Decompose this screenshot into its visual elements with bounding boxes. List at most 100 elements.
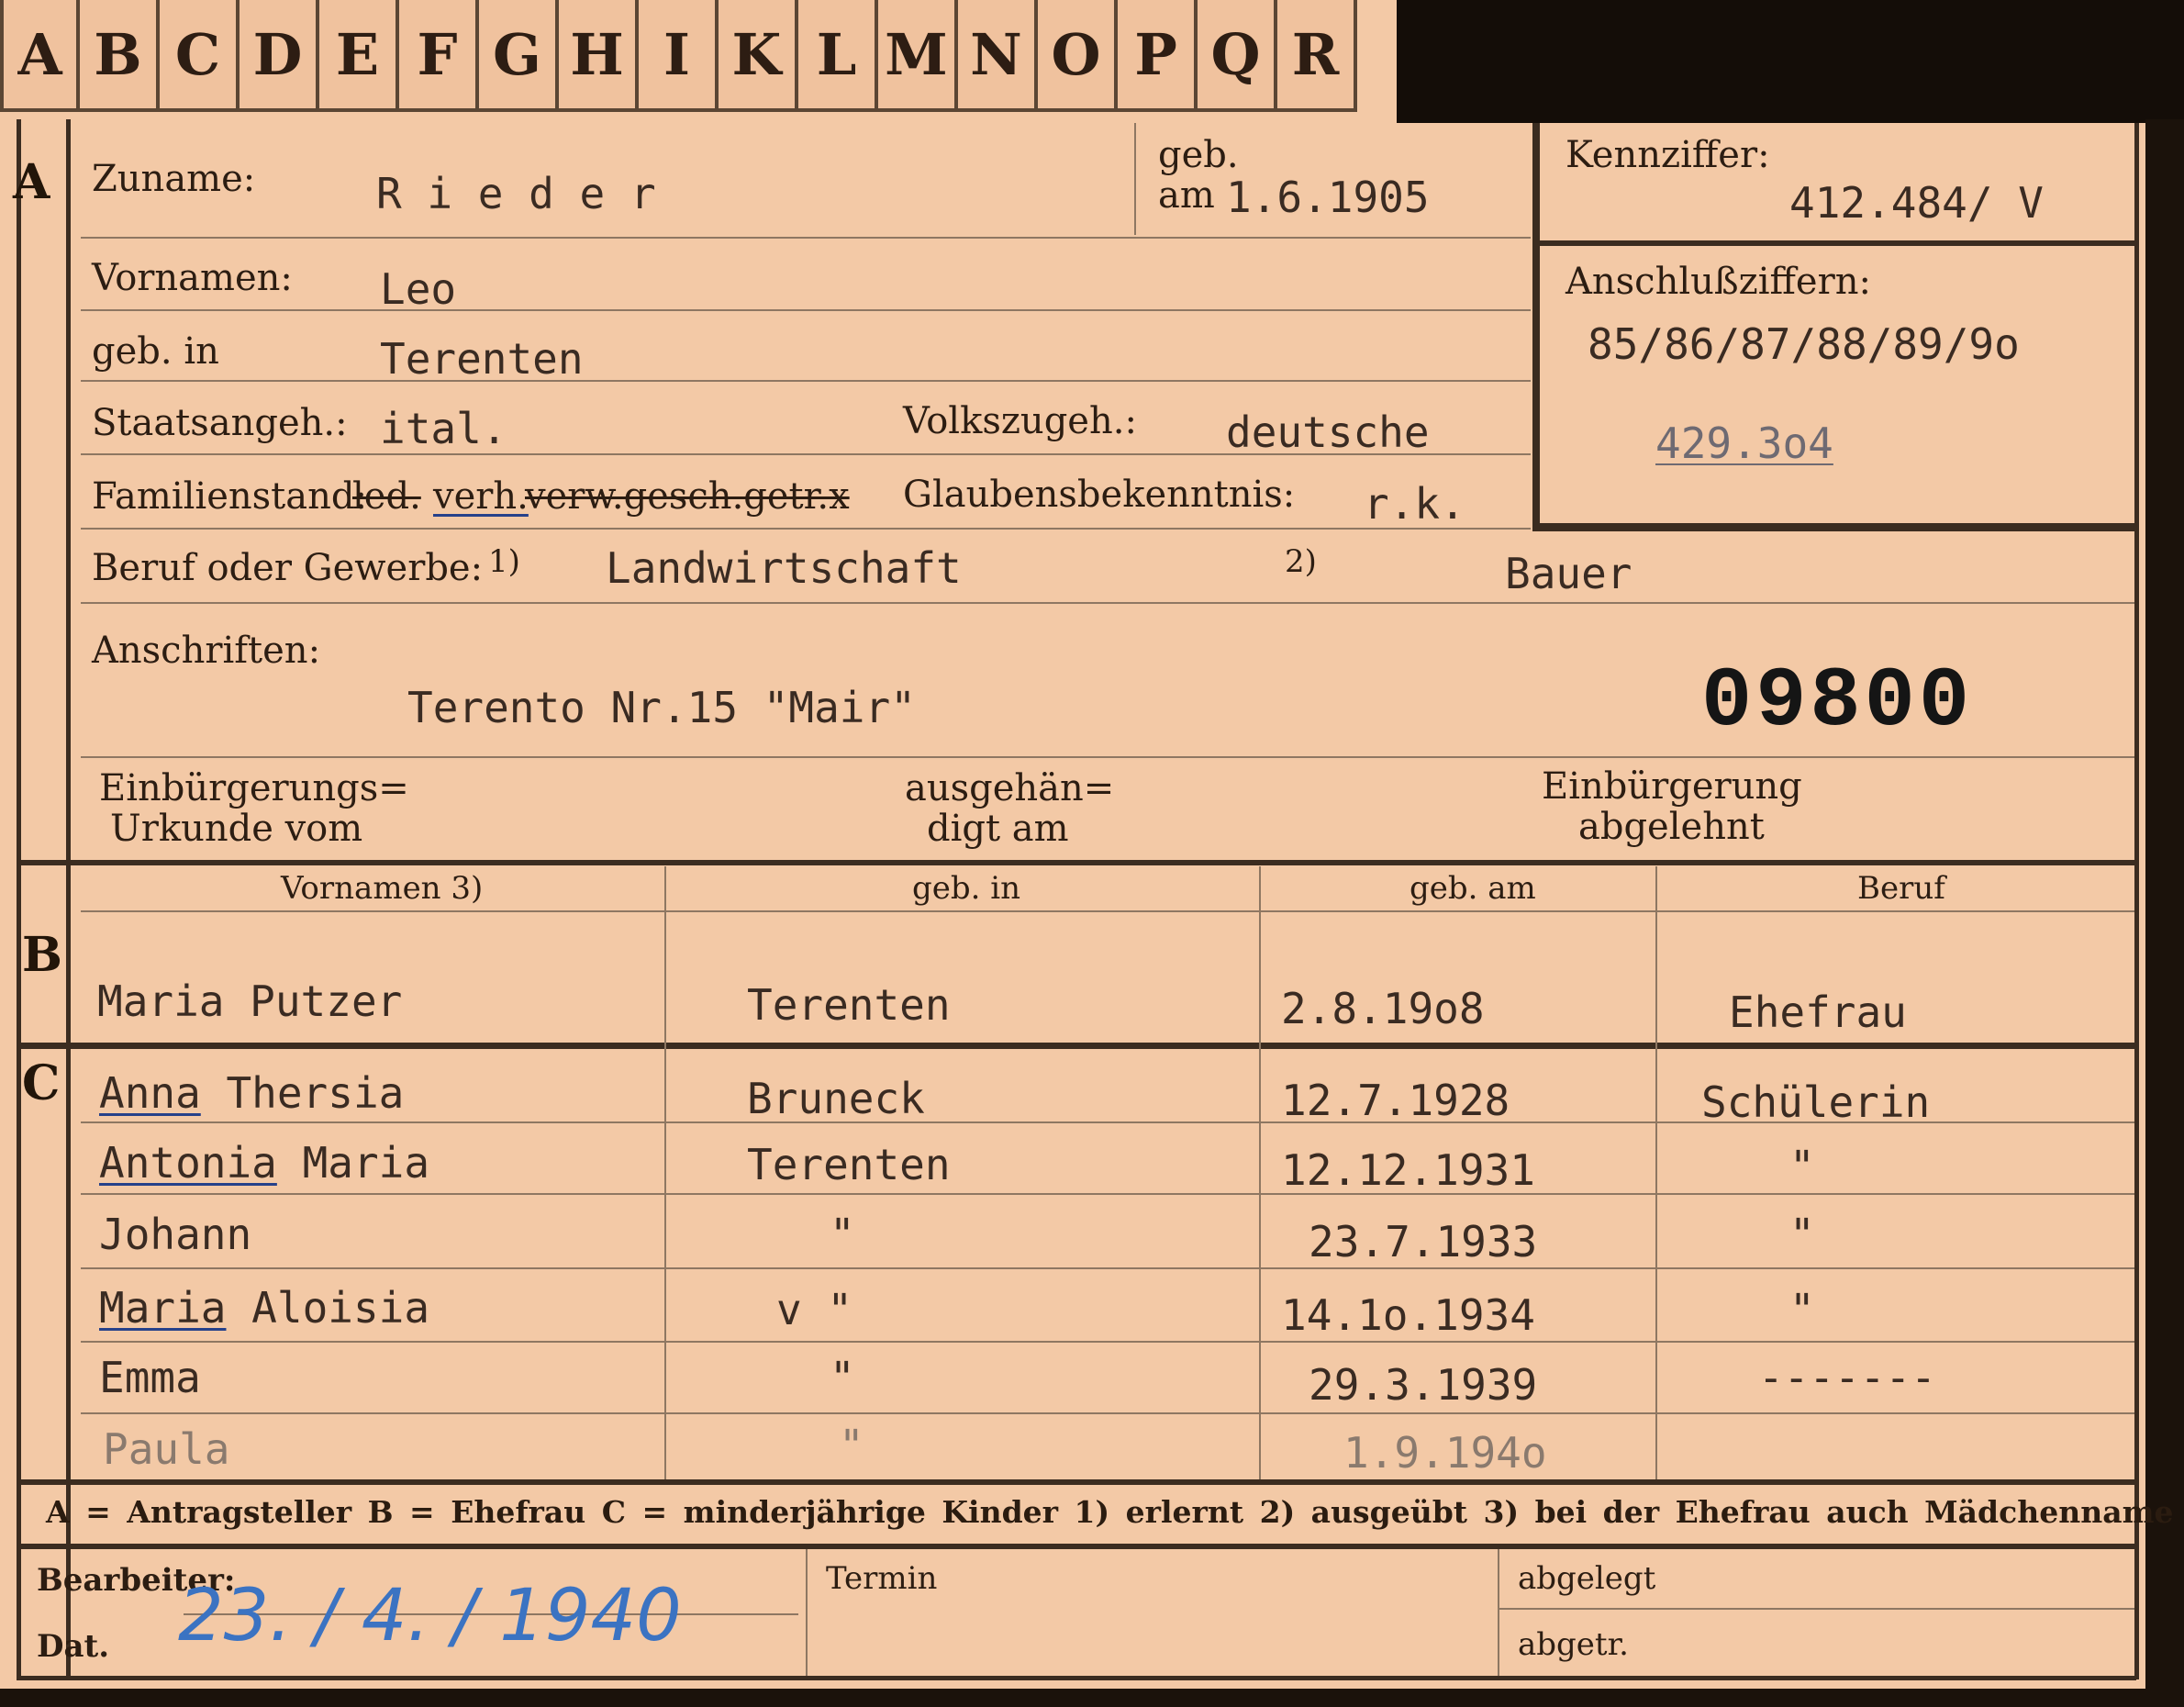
column-divider-1 xyxy=(664,866,666,1479)
section-a-marker: A xyxy=(13,154,50,210)
marital-label: Familienstand: xyxy=(92,475,367,518)
scan-background-right xyxy=(2145,119,2184,1707)
footnote-2-marker: 2) xyxy=(1285,543,1317,580)
footer-divider-2 xyxy=(1498,1549,1499,1679)
footer-divider-1 xyxy=(806,1549,808,1679)
birth-date-value: 1.6.1905 xyxy=(1226,173,1430,222)
rejected-label-1: Einbürgerung xyxy=(1542,765,1802,808)
birthplace-label: geb. in xyxy=(92,330,219,373)
surname-value: R i e d e r xyxy=(376,169,656,218)
ident-box-divider xyxy=(1532,240,2138,246)
column-divider-2 xyxy=(1259,866,1261,1479)
birth-divider xyxy=(1134,123,1136,235)
naturalization-label-1: Einbürgerungs= xyxy=(99,767,409,809)
child-occupation: " xyxy=(1789,1285,1815,1334)
alphabet-tab: B xyxy=(80,0,160,112)
child-name: Maria Aloisia xyxy=(99,1283,430,1333)
marital-crossed-1: led. xyxy=(352,475,421,518)
child-birthplace: " xyxy=(830,1353,855,1402)
child-occupation: " xyxy=(1789,1210,1815,1259)
child-birthplace: " xyxy=(830,1210,855,1259)
code-value: 412.484/ V xyxy=(1789,178,2044,228)
child-occupation: ------- xyxy=(1758,1353,1936,1402)
ident-box-bottom xyxy=(1532,523,2138,531)
filed-label: abgelegt xyxy=(1518,1560,1656,1597)
line-birthplace xyxy=(81,380,1531,382)
date-label: Dat. xyxy=(37,1628,110,1665)
occupation-practiced-value: Bauer xyxy=(1505,549,1632,598)
alphabet-tab: I xyxy=(639,0,719,112)
alphabet-tab: F xyxy=(399,0,479,112)
header-birth-date: geb. am xyxy=(1410,870,1536,907)
child-birth-date: 1.9.194o xyxy=(1343,1428,1547,1478)
occupation-learned-value: Landwirtschaft xyxy=(606,543,962,593)
alphabet-tab: M xyxy=(878,0,958,112)
ethnicity-value: deutsche xyxy=(1226,407,1430,457)
address-value: Terento Nr.15 "Mair" xyxy=(407,683,916,732)
legend: A = Antragsteller B = Ehefrau C = minder… xyxy=(46,1494,2174,1530)
naturalization-label-2: Urkunde vom xyxy=(110,808,363,850)
alphabet-tab: H xyxy=(559,0,639,112)
spouse-name: Maria Putzer xyxy=(97,976,403,1026)
header-birthplace: geb. in xyxy=(912,870,1021,907)
frame-left xyxy=(66,119,71,1679)
birthplace-value: Terenten xyxy=(380,334,584,384)
child-birthplace: Terenten xyxy=(747,1140,951,1189)
row-line-2 xyxy=(81,1193,2134,1195)
birth-label-am: am xyxy=(1158,174,1215,217)
section-a-bottom xyxy=(17,860,2136,865)
birth-label-top: geb. xyxy=(1158,134,1239,176)
footer-filed-line xyxy=(1498,1608,2134,1610)
spouse-birth-date: 2.8.19o8 xyxy=(1281,984,1485,1033)
child-birth-date: 12.7.1928 xyxy=(1281,1076,1510,1125)
frame-bottom xyxy=(17,1676,2136,1680)
row-line-4 xyxy=(81,1341,2134,1343)
child-birth-date: 29.3.1939 xyxy=(1309,1360,1538,1410)
line-marital xyxy=(81,528,1531,530)
row-line-5 xyxy=(81,1412,2134,1414)
stamp-number: 09800 xyxy=(1701,653,1974,750)
row-line-3 xyxy=(81,1267,2134,1269)
linked-label: Anschlußziffern: xyxy=(1566,261,1871,303)
marital-crossed-2: verw.gesch.getr.x xyxy=(525,475,850,518)
child-name: Anna Thersia xyxy=(99,1068,405,1118)
ident-box-left xyxy=(1532,123,1540,531)
alphabet-tab: E xyxy=(319,0,399,112)
alphabet-tab: R xyxy=(1277,0,1357,112)
handwritten-date: 23. / 4. / 1940 xyxy=(178,1575,682,1657)
frame-outer-left xyxy=(17,119,21,1679)
alphabet-tab: D xyxy=(240,0,319,112)
address-label: Anschriften: xyxy=(92,630,321,672)
registration-card xyxy=(0,0,2184,1707)
child-name: Johann xyxy=(99,1210,252,1259)
scan-background-bottom xyxy=(0,1689,2184,1707)
first-names-value: Leo xyxy=(380,264,457,314)
section-c-bottom xyxy=(17,1479,2136,1485)
child-birth-date: 14.1o.1934 xyxy=(1281,1290,1535,1340)
ethnicity-label: Volkszugeh.: xyxy=(903,400,1137,442)
rejected-label-2: abgelehnt xyxy=(1578,806,1765,848)
citizenship-value: ital. xyxy=(380,404,507,453)
legend-bottom xyxy=(17,1544,2136,1549)
child-birthplace: Bruneck xyxy=(747,1074,925,1123)
scan-background xyxy=(1397,0,2184,123)
alphabet-tab: P xyxy=(1118,0,1198,112)
header-first-names: Vornamen 3) xyxy=(281,870,484,907)
child-name: Antonia Maria xyxy=(99,1138,430,1188)
line-first-names xyxy=(81,309,1531,311)
header-occupation: Beruf xyxy=(1857,870,1945,907)
first-names-label: Vornamen: xyxy=(92,257,293,299)
linked-extra-value: 429.3o4 xyxy=(1655,418,1833,468)
occupation-label: Beruf oder Gewerbe: xyxy=(92,547,484,589)
surname-label: Zuname: xyxy=(92,158,256,200)
code-label: Kennziffer: xyxy=(1566,134,1770,176)
spouse-birthplace: Terenten xyxy=(747,980,951,1030)
alphabet-tab: O xyxy=(1038,0,1118,112)
alphabet-index-tabs: ABCDEFGHIKLMNOPQR xyxy=(0,0,1397,116)
section-b-marker: B xyxy=(22,927,62,983)
alphabet-tab: C xyxy=(160,0,240,112)
child-birthplace: v " xyxy=(776,1285,853,1334)
table-header-line xyxy=(81,910,2134,912)
alphabet-tab: L xyxy=(798,0,878,112)
alphabet-tab: K xyxy=(719,0,798,112)
